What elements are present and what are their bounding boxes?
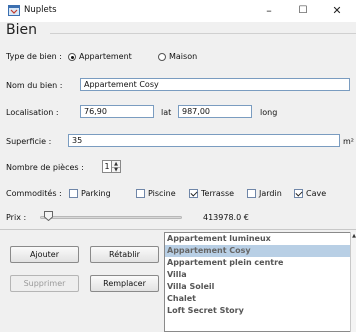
- prix-label: Prix :: [6, 213, 27, 222]
- ajouter-button[interactable]: Ajouter: [10, 246, 79, 263]
- prix-slider-thumb[interactable]: [43, 211, 53, 221]
- lat-label: lat: [161, 108, 172, 117]
- prix-value: 413978.0 €: [203, 213, 249, 222]
- list-item[interactable]: Villa: [165, 269, 351, 281]
- app-window: Nuplets – ☐ ✕ Bien Type de bien : Appart…: [0, 0, 356, 332]
- pieces-spinner[interactable]: 1 ▲ ▼: [102, 160, 121, 173]
- section-separator: [0, 229, 356, 230]
- close-button[interactable]: ✕: [320, 0, 354, 22]
- superficie-label: Superficie :: [6, 137, 52, 146]
- checkbox-piscine-label[interactable]: Piscine: [148, 189, 176, 198]
- java-app-icon: [8, 5, 20, 16]
- pieces-label: Nombre de pièces :: [6, 163, 84, 172]
- lat-field[interactable]: 76,90: [80, 105, 154, 118]
- checkbox-piscine[interactable]: [136, 189, 145, 198]
- checkbox-parking[interactable]: [69, 189, 78, 198]
- checkbox-cave[interactable]: [294, 189, 303, 198]
- checkbox-jardin[interactable]: [247, 189, 256, 198]
- checkbox-terrasse[interactable]: [189, 189, 198, 198]
- type-label: Type de bien :: [6, 52, 62, 61]
- list-item-selected[interactable]: Appartement Cosy: [165, 245, 351, 257]
- list-item[interactable]: Villa Soleil: [165, 281, 351, 293]
- nom-label: Nom du bien :: [6, 81, 63, 90]
- remplacer-button[interactable]: Remplacer: [90, 275, 159, 292]
- maximize-button[interactable]: ☐: [286, 0, 320, 22]
- panel-divider: [50, 33, 356, 34]
- list-item[interactable]: Loft Secret Story: [165, 305, 351, 317]
- title-bar[interactable]: Nuplets – ☐ ✕: [0, 0, 356, 22]
- list-item[interactable]: Appartement lumineux: [165, 233, 351, 245]
- checkbox-cave-label[interactable]: Cave: [306, 189, 326, 198]
- prix-slider-track[interactable]: [40, 216, 182, 219]
- radio-appartement[interactable]: [68, 53, 76, 61]
- radio-appartement-label[interactable]: Appartement: [79, 52, 132, 61]
- retablir-button[interactable]: Rétablir: [90, 246, 159, 263]
- checkbox-parking-label[interactable]: Parking: [81, 189, 111, 198]
- spinner-down-icon[interactable]: ▼: [112, 167, 120, 173]
- nom-field[interactable]: Appartement Cosy: [80, 78, 350, 91]
- long-label: long: [260, 108, 278, 117]
- superficie-field[interactable]: 35: [68, 134, 340, 147]
- scroll-up-icon[interactable]: ▲: [351, 232, 356, 240]
- list-item[interactable]: Appartement plein centre: [165, 257, 351, 269]
- list-item[interactable]: Chalet: [165, 293, 351, 305]
- panel-title: Bien: [6, 22, 37, 38]
- biens-list[interactable]: Appartement lumineux Appartement Cosy Ap…: [164, 232, 352, 332]
- spinner-buttons[interactable]: ▲ ▼: [112, 160, 121, 173]
- checkbox-jardin-label[interactable]: Jardin: [259, 189, 282, 198]
- loc-label: Localisation :: [6, 108, 59, 117]
- supprimer-button[interactable]: Supprimer: [10, 275, 79, 292]
- commodites-label: Commodités :: [6, 189, 62, 198]
- radio-maison-label[interactable]: Maison: [169, 52, 197, 61]
- window-title: Nuplets: [24, 5, 57, 15]
- pieces-value[interactable]: 1: [102, 160, 112, 173]
- radio-maison[interactable]: [158, 53, 166, 61]
- checkbox-terrasse-label[interactable]: Terrasse: [201, 189, 234, 198]
- long-field[interactable]: 987,00: [178, 105, 252, 118]
- list-scrollbar[interactable]: ▲: [350, 232, 356, 332]
- superficie-unit: m²: [343, 137, 354, 146]
- minimize-button[interactable]: –: [252, 0, 286, 22]
